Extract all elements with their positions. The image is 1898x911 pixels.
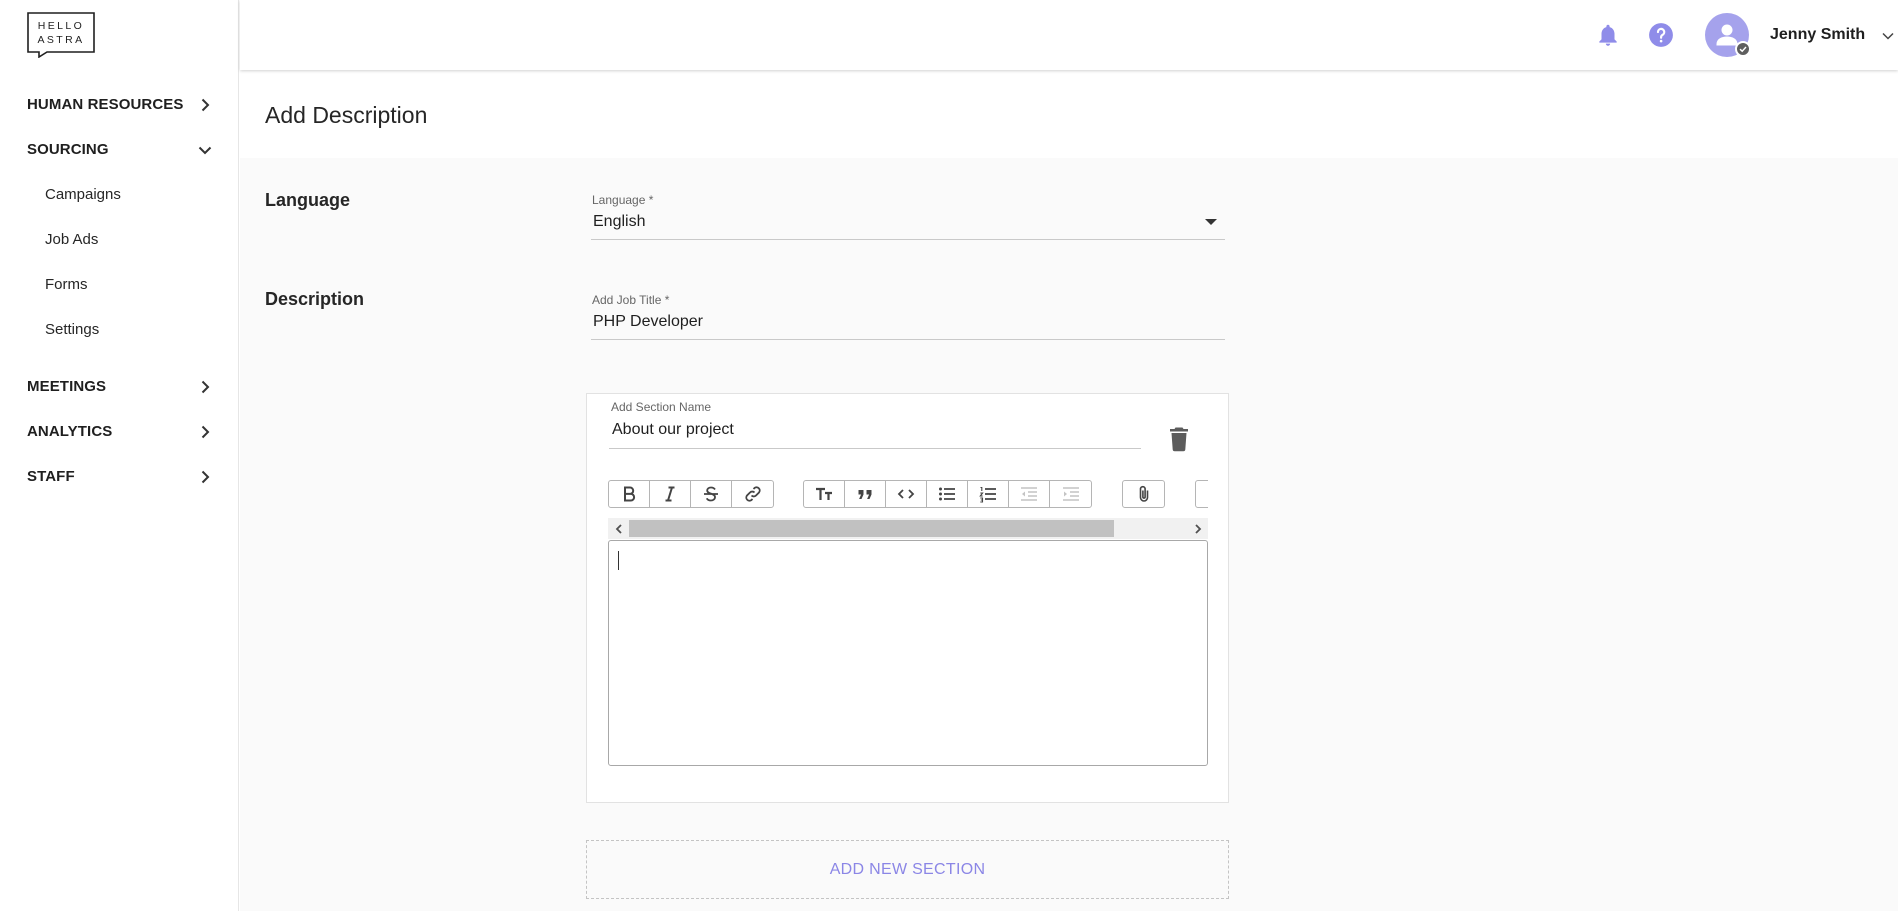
heading-button[interactable]: [804, 481, 845, 507]
heading-icon: [816, 487, 832, 500]
link-button[interactable]: [732, 481, 773, 507]
section-name-input[interactable]: [609, 421, 1141, 448]
italic-icon: [665, 486, 675, 502]
sidebar-item-campaigns[interactable]: Campaigns: [0, 172, 239, 217]
strikethrough-button[interactable]: [691, 481, 732, 507]
bold-button[interactable]: [609, 481, 650, 507]
status-badge: [1735, 41, 1751, 57]
code-button[interactable]: [886, 481, 927, 507]
editor-toolbar: [608, 480, 1208, 508]
sidebar-item-job-ads[interactable]: Job Ads: [0, 217, 239, 262]
numbered-list-button[interactable]: [968, 481, 1009, 507]
job-title-input[interactable]: [591, 313, 1225, 339]
svg-text:HELLO: HELLO: [38, 20, 84, 32]
sidebar-group-label: ANALYTICS: [27, 423, 113, 440]
chevron-right-icon: [201, 98, 210, 111]
sidebar: HELLO ASTRA HUMAN RESOURCES SOURCING Cam…: [0, 0, 239, 911]
job-title-label: Add Job Title *: [592, 293, 670, 307]
scroll-left-button[interactable]: [608, 518, 629, 539]
chevron-down-icon[interactable]: [1881, 30, 1895, 42]
svg-text:ASTRA: ASTRA: [37, 34, 84, 46]
scroll-right-button[interactable]: [1187, 518, 1208, 539]
outdent-button[interactable]: [1009, 481, 1050, 507]
sidebar-item-forms[interactable]: Forms: [0, 262, 239, 307]
delete-section-icon[interactable]: [1167, 426, 1191, 452]
sidebar-group-sourcing[interactable]: SOURCING: [0, 127, 239, 172]
block-group: [803, 480, 1092, 508]
quote-button[interactable]: [845, 481, 886, 507]
chevron-left-icon: [615, 523, 622, 534]
chevron-right-icon: [201, 380, 210, 393]
add-new-section-button[interactable]: ADD NEW SECTION: [586, 840, 1229, 899]
bold-icon: [624, 486, 636, 502]
sidebar-item-settings[interactable]: Settings: [0, 307, 239, 352]
sidebar-group-label: HUMAN RESOURCES: [27, 96, 184, 113]
history-group: [1195, 480, 1208, 508]
quote-icon: [858, 490, 872, 499]
section-name-label: Add Section Name: [611, 400, 712, 414]
user-name[interactable]: Jenny Smith: [1770, 26, 1865, 44]
sidebar-group-staff[interactable]: STAFF: [0, 454, 239, 499]
bullet-list-icon: [939, 487, 955, 501]
help-icon[interactable]: [1648, 22, 1674, 48]
indent-icon: [1062, 487, 1079, 501]
indent-button[interactable]: [1050, 481, 1091, 507]
section-name-field[interactable]: Add Section Name: [609, 400, 1141, 449]
undo-button[interactable]: [1196, 481, 1208, 507]
rich-text-editor[interactable]: [608, 540, 1208, 766]
language-value[interactable]: English: [591, 213, 1225, 239]
format-group: [608, 480, 774, 508]
user-avatar[interactable]: [1705, 13, 1751, 57]
page-title: Add Description: [265, 102, 428, 128]
check-icon: [1739, 46, 1747, 53]
paperclip-icon: [1139, 485, 1148, 502]
chevron-right-icon: [201, 425, 210, 438]
language-section-label: Language: [265, 190, 351, 210]
chevron-down-icon: [198, 146, 212, 154]
sidebar-group-human-resources[interactable]: HUMAN RESOURCES: [0, 82, 239, 127]
strikethrough-icon: [704, 486, 718, 502]
page-header: Add Description: [240, 70, 1898, 158]
code-icon: [897, 489, 915, 499]
scrollbar-thumb[interactable]: [629, 520, 1114, 537]
description-section-label: Description: [265, 289, 365, 309]
chevron-right-icon: [1194, 523, 1201, 534]
outdent-icon: [1021, 487, 1037, 501]
sidebar-group-label: MEETINGS: [27, 378, 107, 395]
text-cursor: [618, 551, 619, 570]
sidebar-group-meetings[interactable]: MEETINGS: [0, 364, 239, 409]
language-label: Language *: [592, 193, 654, 207]
attach-group: [1122, 480, 1165, 508]
numbered-list-icon: [979, 486, 996, 503]
main-content: Language Language * English Description …: [240, 158, 1898, 911]
hello-astra-logo[interactable]: HELLO ASTRA: [27, 12, 95, 58]
language-select[interactable]: Language * English: [591, 193, 1225, 240]
sidebar-group-label: SOURCING: [27, 141, 109, 158]
top-bar: Jenny Smith: [240, 0, 1898, 70]
chevron-right-icon: [201, 470, 210, 483]
job-title-field[interactable]: Add Job Title *: [591, 293, 1225, 340]
sidebar-group-analytics[interactable]: ANALYTICS: [0, 409, 239, 454]
bell-icon[interactable]: [1595, 22, 1621, 48]
toolbar-scrollbar[interactable]: [608, 518, 1208, 539]
undo-icon: [1207, 484, 1209, 504]
sidebar-nav: HUMAN RESOURCES SOURCING Campaigns Job A…: [0, 82, 239, 499]
italic-button[interactable]: [650, 481, 691, 507]
attach-file-button[interactable]: [1123, 481, 1164, 507]
bullet-list-button[interactable]: [927, 481, 968, 507]
link-icon: [744, 486, 761, 502]
description-section-card: Add Section Name: [586, 393, 1229, 803]
sidebar-group-label: STAFF: [27, 468, 75, 485]
dropdown-arrow-icon[interactable]: [1205, 219, 1217, 227]
